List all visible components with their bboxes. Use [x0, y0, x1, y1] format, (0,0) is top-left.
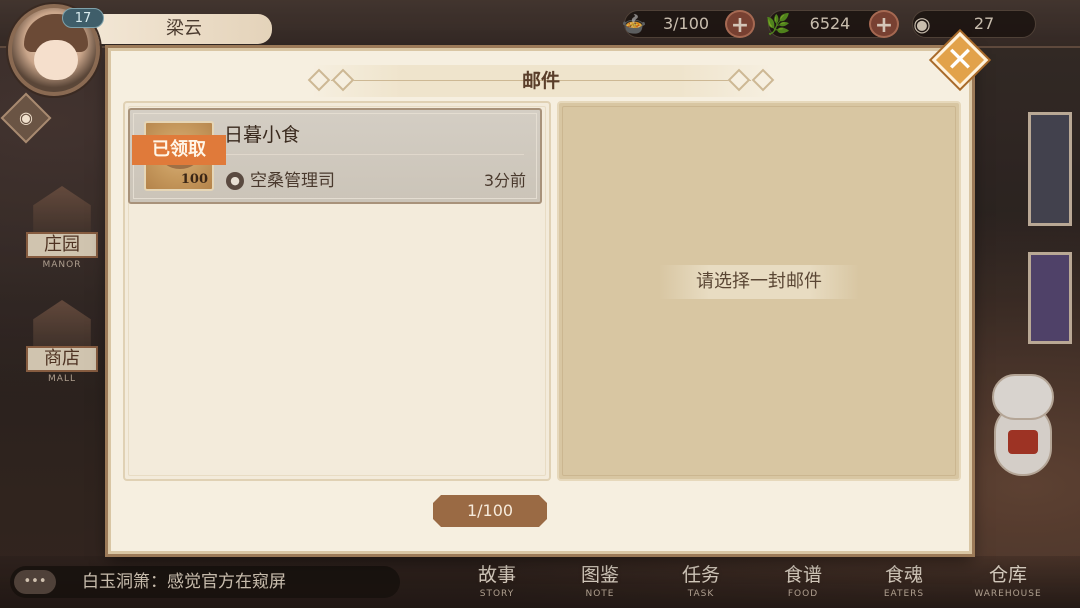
eye-icon: ◉ [19, 108, 33, 127]
user-icon: ● [226, 172, 244, 190]
reward-quantity: 100 [180, 172, 208, 187]
mail-title: 日暮小食 [224, 124, 301, 146]
player-level-badge: 17 [62, 8, 104, 28]
mail-detail-pane: 请选择一封邮件 [557, 101, 961, 481]
close-button[interactable]: ✕ [931, 31, 989, 89]
mail-modal: 邮件 请选择一封邮件 100 已领取 日暮小食 ● 空桑管理司 3分前 1/10… [108, 48, 972, 554]
empty-selection-hint: 请选择一封邮件 [659, 265, 859, 299]
player-name: 梁云 [96, 14, 272, 44]
claimed-status-tag: 已领取 [132, 135, 226, 165]
avatar-face [34, 40, 78, 80]
page-indicator[interactable]: 1/100 [433, 495, 547, 527]
mail-list-item[interactable]: 100 已领取 日暮小食 ● 空桑管理司 3分前 [128, 108, 542, 204]
mail-sender: 空桑管理司 [250, 171, 335, 191]
mail-time: 3分前 [483, 171, 526, 190]
mail-divider [224, 154, 524, 162]
close-icon: ✕ [945, 40, 975, 80]
